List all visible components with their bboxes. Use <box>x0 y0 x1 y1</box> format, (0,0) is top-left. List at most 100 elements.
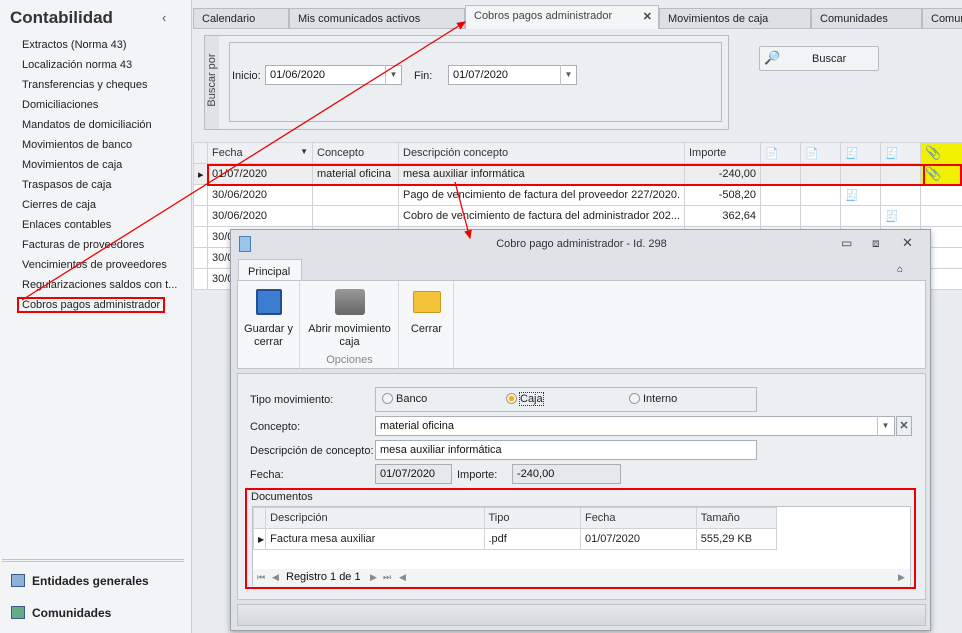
tab-mis-comunicados[interactable]: Mis comunicados activos <box>289 8 465 29</box>
open-movement-button[interactable]: Abrir movimiento caja Opciones <box>301 281 399 369</box>
clear-icon[interactable]: ✕ <box>896 416 912 436</box>
maximize-icon[interactable]: ⧈ <box>872 236 880 251</box>
table-row[interactable]: ▶ Factura mesa auxiliar .pdf 01/07/2020 555,… <box>252 528 778 550</box>
sidebar-item[interactable]: Traspasos de caja <box>22 179 111 191</box>
close-icon[interactable]: ✕ <box>902 235 913 251</box>
next-record-icon[interactable]: ▶ <box>370 572 377 583</box>
sidebar-item[interactable]: Facturas de proveedores <box>22 239 144 251</box>
search-icon: 🔎 <box>764 50 781 65</box>
col-importe[interactable]: Importe <box>684 142 761 164</box>
tab-movimientos-caja[interactable]: Movimientos de caja <box>659 8 811 29</box>
scroll-right-icon[interactable]: ▶ <box>898 572 905 583</box>
sidebar-item[interactable]: Localización norma 43 <box>22 59 132 71</box>
chevron-down-icon[interactable]: ▼ <box>560 65 576 85</box>
col-fecha[interactable]: Fecha ▼ <box>207 142 313 164</box>
dialog-cobro-pago: Cobro pago administrador - Id. 298 ▭ ⧈ ✕… <box>230 229 931 631</box>
end-date-input[interactable] <box>448 65 577 85</box>
invoice-icon[interactable]: 🧾 <box>840 184 881 206</box>
building-icon <box>11 606 25 619</box>
sidebar-item[interactable]: Mandatos de domiciliación <box>22 119 152 131</box>
tipo-radio-group: Banco Caja Interno <box>375 387 757 412</box>
col-tipo[interactable]: Tipo <box>483 507 581 529</box>
collapse-ribbon-icon[interactable]: ⌂ <box>897 264 903 275</box>
sidebar-item[interactable]: Movimientos de banco <box>22 139 132 151</box>
print-icon: 📄 <box>800 142 841 164</box>
fecha-label: Fecha: <box>250 469 284 481</box>
start-label: Inicio: <box>232 70 261 82</box>
search-group: Buscar por Inicio: ▼ Fin: ▼ <box>204 35 729 130</box>
button-label: Abrir movimiento caja <box>308 323 391 348</box>
sidebar: Contabilidad ‹ Extractos (Norma 43) Loca… <box>0 0 192 633</box>
sidebar-item[interactable]: Vencimientos de proveedores <box>22 259 167 271</box>
tab-comunidades[interactable]: Comunidades <box>811 8 922 29</box>
folder-exit-icon <box>412 291 441 313</box>
tab-comun[interactable]: Comun <box>922 8 962 29</box>
tab-bar: Calendario Mis comunicados activos Cobro… <box>193 5 962 30</box>
documents-section: Documentos Descripción Tipo Fecha Tamaño ▶ F… <box>245 488 916 589</box>
col-tamano[interactable]: Tamaño <box>695 507 778 529</box>
table-header: Descripción Tipo Fecha Tamaño <box>252 507 778 529</box>
tab-label: Cobros pagos administrador <box>474 10 613 22</box>
concepto-input[interactable] <box>375 416 895 436</box>
sidebar-item[interactable]: Movimientos de caja <box>22 159 122 171</box>
sidebar-item[interactable]: Transferencias y cheques <box>22 79 148 91</box>
invoice-icon: 🧾 <box>880 142 921 164</box>
highlight-box <box>207 164 962 186</box>
col-fecha[interactable]: Fecha <box>579 507 697 529</box>
sidebar-item[interactable]: Extractos (Norma 43) <box>22 39 127 51</box>
cash-register-icon <box>334 289 365 315</box>
sidebar-title: Contabilidad <box>10 8 113 27</box>
sidebar-item-cobros-pagos-administrador[interactable]: Cobros pagos administrador <box>17 297 166 313</box>
invoice-icon[interactable]: 🧾 <box>880 205 921 227</box>
last-record-icon[interactable]: ⏭ <box>383 572 391 583</box>
importe-field <box>512 464 621 484</box>
group-label-bar: Buscar por <box>205 36 219 129</box>
descripcion-label: Descripción de concepto: <box>250 445 374 457</box>
col-descripcion[interactable]: Descripción <box>265 507 485 529</box>
nav-comunidades[interactable]: Comunidades <box>0 598 192 628</box>
table-row[interactable]: 30/06/2020 Pago de vencimiento de factura… <box>193 184 962 206</box>
search-button-label: Buscar <box>812 53 847 65</box>
record-navigator: ⏮ ◀ Registro 1 de 1 ▶ ⏭ ◀ ▶ <box>253 569 910 586</box>
tipo-label: Tipo movimiento: <box>250 394 334 406</box>
sidebar-item[interactable]: Enlaces contables <box>22 219 111 231</box>
start-date-input[interactable] <box>265 65 402 85</box>
radio-interno[interactable]: Interno <box>629 393 677 405</box>
radio-caja[interactable]: Caja <box>506 392 544 406</box>
ribbon-group-label: Opciones <box>326 354 373 366</box>
col-descripcion[interactable]: Descripción concepto <box>398 142 685 164</box>
importe-label: Importe: <box>457 469 498 481</box>
tab-calendario[interactable]: Calendario <box>193 8 289 29</box>
end-label: Fin: <box>414 70 433 82</box>
sidebar-item[interactable]: Regularizaciones saldos con t... <box>22 279 177 291</box>
descripcion-input[interactable] <box>375 440 757 460</box>
minimize-icon[interactable]: ▭ <box>841 236 852 250</box>
close-icon[interactable]: ✕ <box>643 10 652 23</box>
documents-title: Documentos <box>251 491 313 503</box>
collapse-icon[interactable]: ‹ <box>162 10 166 25</box>
button-label: Cerrar <box>410 323 443 335</box>
nav-label: Comunidades <box>32 606 112 620</box>
chevron-down-icon[interactable]: ▼ <box>877 416 893 436</box>
documents-table: Descripción Tipo Fecha Tamaño ▶ Factura mesa… <box>252 507 778 550</box>
tab-cobros-pagos[interactable]: Cobros pagos administrador ✕ <box>465 5 659 30</box>
col-concepto[interactable]: Concepto <box>312 142 399 164</box>
documents-grid: Descripción Tipo Fecha Tamaño ▶ Factura mesa… <box>252 506 911 586</box>
nav-entidades-generales[interactable]: Entidades generales <box>0 566 192 596</box>
first-record-icon[interactable]: ⏮ <box>257 572 265 583</box>
ribbon-tab-principal[interactable]: Principal <box>238 259 302 281</box>
floppy-icon <box>255 289 282 315</box>
sidebar-item[interactable]: Domiciliaciones <box>22 99 98 111</box>
table-header: Fecha ▼ Concepto Descripción concepto Import… <box>193 142 962 164</box>
paperclip-icon: 📎 <box>920 142 962 164</box>
sidebar-item[interactable]: Cierres de caja <box>22 199 96 211</box>
save-close-button[interactable]: Guardar y cerrar <box>238 281 300 369</box>
radio-banco[interactable]: Banco <box>382 393 427 405</box>
chevron-down-icon[interactable]: ▼ <box>385 65 401 85</box>
concepto-label: Concepto: <box>250 421 301 433</box>
search-button[interactable]: 🔎 Buscar <box>759 46 879 71</box>
close-dialog-button[interactable]: Cerrar <box>400 281 454 369</box>
prev-record-icon[interactable]: ◀ <box>272 572 279 583</box>
scroll-left-icon[interactable]: ◀ <box>399 572 406 583</box>
table-row[interactable]: 30/06/2020 Cobro de vencimiento de factur… <box>193 205 962 227</box>
